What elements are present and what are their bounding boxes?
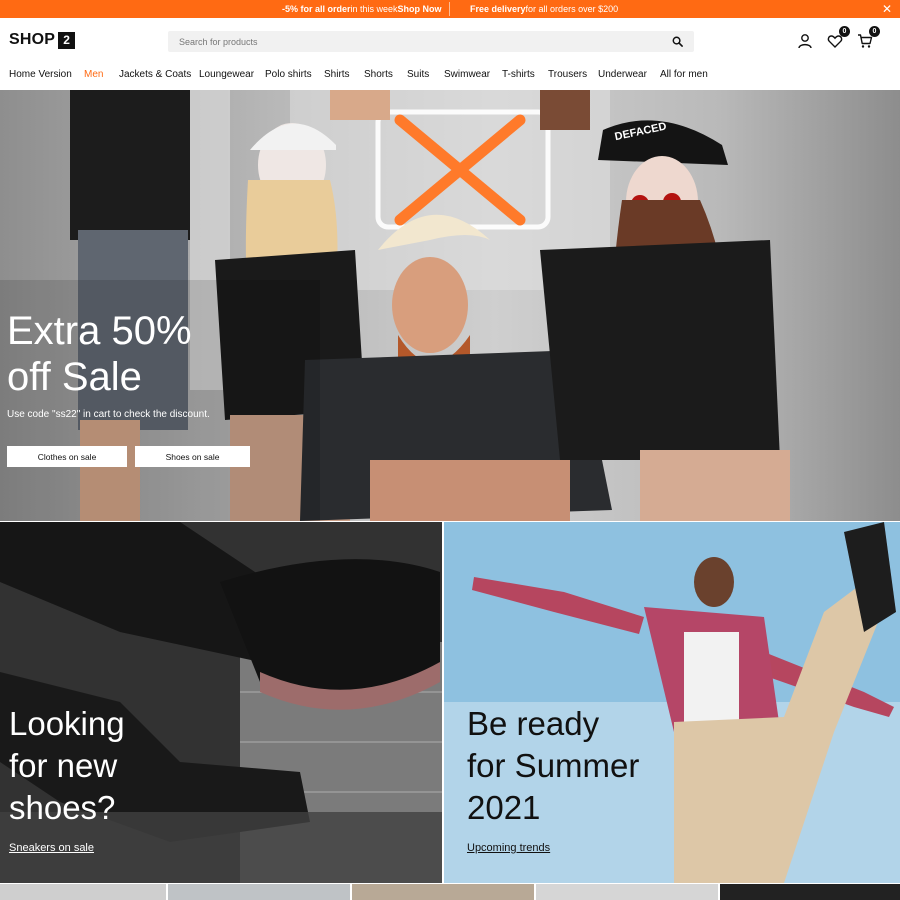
nav-item-home-version[interactable]: Home Version xyxy=(9,69,72,80)
summer-title-line-1: Be ready xyxy=(467,705,600,742)
nav-item-trousers[interactable]: Trousers xyxy=(548,69,587,80)
delivery-highlight: Free delivery xyxy=(470,4,526,14)
cart-count-badge: 0 xyxy=(869,26,880,37)
summer-title-line-2: for Summer xyxy=(467,747,640,784)
logo-badge: 2 xyxy=(58,31,76,49)
promo-text: in this week xyxy=(350,4,398,14)
announcement-divider xyxy=(449,2,450,16)
hero-title: Extra 50% off Sale xyxy=(7,309,192,399)
summer-banner-title: Be ready for Summer 2021 xyxy=(467,703,639,829)
nav-item-suits[interactable]: Suits xyxy=(407,69,429,80)
summer-banner[interactable]: Be ready for Summer 2021 Upcoming trends xyxy=(444,522,900,883)
search-bar xyxy=(168,31,694,52)
nav-item-shirts[interactable]: Shirts xyxy=(324,69,350,80)
product-thumb[interactable] xyxy=(0,884,166,900)
logo[interactable]: SHOP 2 xyxy=(9,31,76,49)
nav-item-loungewear[interactable]: Loungewear xyxy=(199,69,254,80)
nav-item-underwear[interactable]: Underwear xyxy=(598,69,647,80)
account-icon[interactable] xyxy=(797,33,813,49)
nav-item-shorts[interactable]: Shorts xyxy=(364,69,393,80)
hero-subtitle: Use code "ss22" in cart to check the dis… xyxy=(7,409,210,420)
delivery-text: for all orders over $200 xyxy=(525,4,619,14)
search-icon[interactable] xyxy=(672,36,683,47)
product-thumb[interactable] xyxy=(536,884,718,900)
shoes-title-line-1: Looking xyxy=(9,705,125,742)
summer-title-line-3: 2021 xyxy=(467,789,541,826)
wishlist-button[interactable]: 0 xyxy=(827,26,850,49)
shoes-on-sale-button[interactable]: Shoes on sale xyxy=(135,446,250,467)
shoes-title-line-3: shoes? xyxy=(9,789,116,826)
shoes-banner-title: Looking for new shoes? xyxy=(9,703,125,829)
announcement-bar: -5% for all order in this week Shop Now … xyxy=(0,0,900,18)
site-header: SHOP 2 0 0 xyxy=(0,18,900,66)
main-nav: Home Version Men Jackets & Coats Loungew… xyxy=(0,66,900,90)
close-icon[interactable]: ✕ xyxy=(882,1,892,17)
nav-item-all-for-men[interactable]: All for men xyxy=(660,69,708,80)
nav-item-t-shirts[interactable]: T-shirts xyxy=(502,69,535,80)
upcoming-trends-link[interactable]: Upcoming trends xyxy=(467,842,550,854)
shoes-banner[interactable]: Looking for new shoes? Sneakers on sale xyxy=(0,522,442,883)
product-thumb[interactable] xyxy=(168,884,350,900)
logo-text: SHOP xyxy=(9,31,56,48)
shop-now-link[interactable]: Shop Now xyxy=(398,4,442,14)
product-thumb[interactable] xyxy=(352,884,534,900)
nav-item-men[interactable]: Men xyxy=(84,69,103,80)
cart-button[interactable]: 0 xyxy=(857,26,880,49)
nav-item-polo-shirts[interactable]: Polo shirts xyxy=(265,69,312,80)
promo-message: -5% for all order in this week Shop Now xyxy=(282,0,442,18)
sneakers-on-sale-link[interactable]: Sneakers on sale xyxy=(9,842,94,854)
promo-highlight: -5% for all order xyxy=(282,4,351,14)
search-input[interactable] xyxy=(168,31,648,52)
wishlist-count-badge: 0 xyxy=(839,26,850,37)
delivery-message: Free delivery for all orders over $200 xyxy=(470,0,618,18)
nav-item-swimwear[interactable]: Swimwear xyxy=(444,69,490,80)
hero-banner: DEFACED Extra 50% off Sale Use code "ss2… xyxy=(0,90,900,521)
product-thumb[interactable] xyxy=(720,884,900,900)
nav-item-jackets-coats[interactable]: Jackets & Coats xyxy=(119,69,191,80)
clothes-on-sale-button[interactable]: Clothes on sale xyxy=(7,446,127,467)
product-strip xyxy=(0,884,900,900)
shoes-title-line-2: for new xyxy=(9,747,118,784)
